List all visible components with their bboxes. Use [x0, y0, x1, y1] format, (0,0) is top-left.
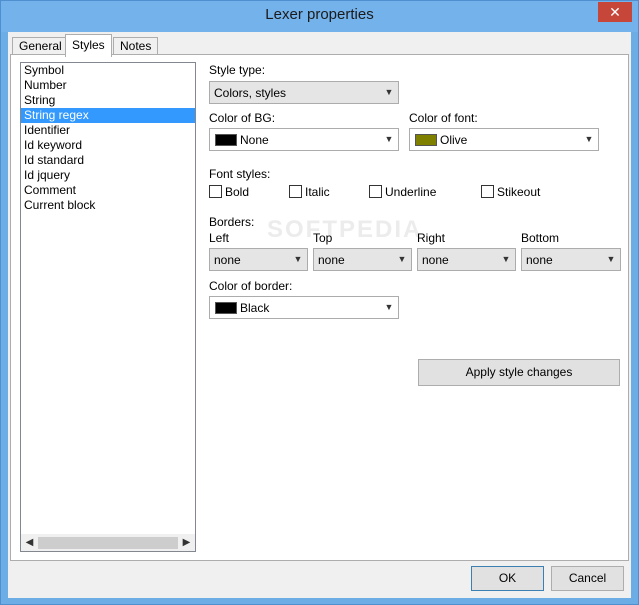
- horizontal-scrollbar[interactable]: ◀ ▶: [21, 534, 195, 551]
- chevron-down-icon: ▼: [384, 302, 394, 312]
- style-list[interactable]: Symbol Number String String regex Identi…: [20, 62, 196, 552]
- chevron-down-icon: ▼: [606, 254, 616, 264]
- strikeout-checkbox[interactable]: [481, 185, 494, 198]
- scroll-right-icon[interactable]: ▶: [178, 535, 195, 551]
- border-left-select[interactable]: none ▼: [209, 248, 308, 271]
- dialog-window: Lexer properties ✕ General Styles Notes …: [0, 0, 639, 605]
- color-bg-label: Color of BG:: [209, 111, 276, 125]
- border-top-select[interactable]: none ▼: [313, 248, 412, 271]
- italic-checkbox[interactable]: [289, 185, 302, 198]
- tab-styles[interactable]: Styles: [65, 34, 112, 57]
- list-item[interactable]: Symbol: [21, 63, 195, 78]
- border-bottom-label: Bottom: [521, 231, 560, 245]
- style-type-label: Style type:: [209, 63, 266, 77]
- list-item[interactable]: String: [21, 93, 195, 108]
- color-swatch: [415, 134, 437, 146]
- cancel-button[interactable]: Cancel: [551, 566, 624, 591]
- border-top-value: none: [318, 253, 345, 267]
- color-bg-value: None: [240, 133, 269, 147]
- color-border-label: Color of border:: [209, 279, 293, 293]
- color-font-label: Color of font:: [409, 111, 478, 125]
- window-title: Lexer properties: [265, 6, 374, 23]
- dialog-body: General Styles Notes SOFTPEDIA Symbol Nu…: [8, 32, 631, 598]
- chevron-down-icon: ▼: [384, 87, 394, 97]
- color-font-value: Olive: [440, 133, 468, 147]
- list-item[interactable]: Comment: [21, 183, 195, 198]
- border-left-value: none: [214, 253, 241, 267]
- watermark: SOFTPEDIA: [267, 216, 423, 243]
- list-item[interactable]: Number: [21, 78, 195, 93]
- borders-label: Borders:: [209, 215, 255, 229]
- chevron-down-icon: ▼: [397, 254, 407, 264]
- chevron-down-icon: ▼: [293, 254, 303, 264]
- title-bar[interactable]: Lexer properties ✕: [1, 1, 638, 32]
- apply-style-changes-button[interactable]: Apply style changes: [418, 359, 620, 386]
- color-swatch: [215, 134, 237, 146]
- border-right-label: Right: [417, 231, 446, 245]
- styles-tab-panel: SOFTPEDIA Symbol Number String String re…: [10, 54, 629, 561]
- style-type-select[interactable]: Colors, styles ▼: [209, 81, 399, 104]
- color-border-value: Black: [240, 301, 270, 315]
- border-left-label: Left: [209, 231, 230, 245]
- close-button[interactable]: ✕: [598, 2, 632, 22]
- underline-label: Underline: [385, 185, 437, 199]
- font-styles-label: Font styles:: [209, 167, 271, 181]
- bold-label: Bold: [225, 185, 250, 199]
- italic-label: Italic: [305, 185, 330, 199]
- list-item[interactable]: Identifier: [21, 123, 195, 138]
- border-right-value: none: [422, 253, 449, 267]
- chevron-down-icon: ▼: [384, 134, 394, 144]
- list-item[interactable]: Id standard: [21, 153, 195, 168]
- color-swatch: [215, 302, 237, 314]
- strikeout-label: Stikeout: [497, 185, 541, 199]
- scroll-left-icon[interactable]: ◀: [21, 535, 38, 551]
- color-bg-select[interactable]: None ▼: [209, 128, 399, 151]
- color-font-select[interactable]: Olive ▼: [409, 128, 599, 151]
- underline-checkbox[interactable]: [369, 185, 382, 198]
- scroll-thumb[interactable]: [38, 537, 178, 549]
- list-item[interactable]: Id jquery: [21, 168, 195, 183]
- chevron-down-icon: ▼: [501, 254, 511, 264]
- close-icon: ✕: [609, 4, 621, 20]
- border-bottom-select[interactable]: none ▼: [521, 248, 621, 271]
- ok-button[interactable]: OK: [471, 566, 544, 591]
- bold-checkbox[interactable]: [209, 185, 222, 198]
- list-item-selected[interactable]: String regex: [21, 108, 195, 123]
- border-top-label: Top: [313, 231, 333, 245]
- chevron-down-icon: ▼: [584, 134, 594, 144]
- border-bottom-value: none: [526, 253, 553, 267]
- list-item[interactable]: Current block: [21, 198, 195, 213]
- list-item[interactable]: Id keyword: [21, 138, 195, 153]
- color-border-select[interactable]: Black ▼: [209, 296, 399, 319]
- border-right-select[interactable]: none ▼: [417, 248, 516, 271]
- style-type-value: Colors, styles: [214, 86, 287, 100]
